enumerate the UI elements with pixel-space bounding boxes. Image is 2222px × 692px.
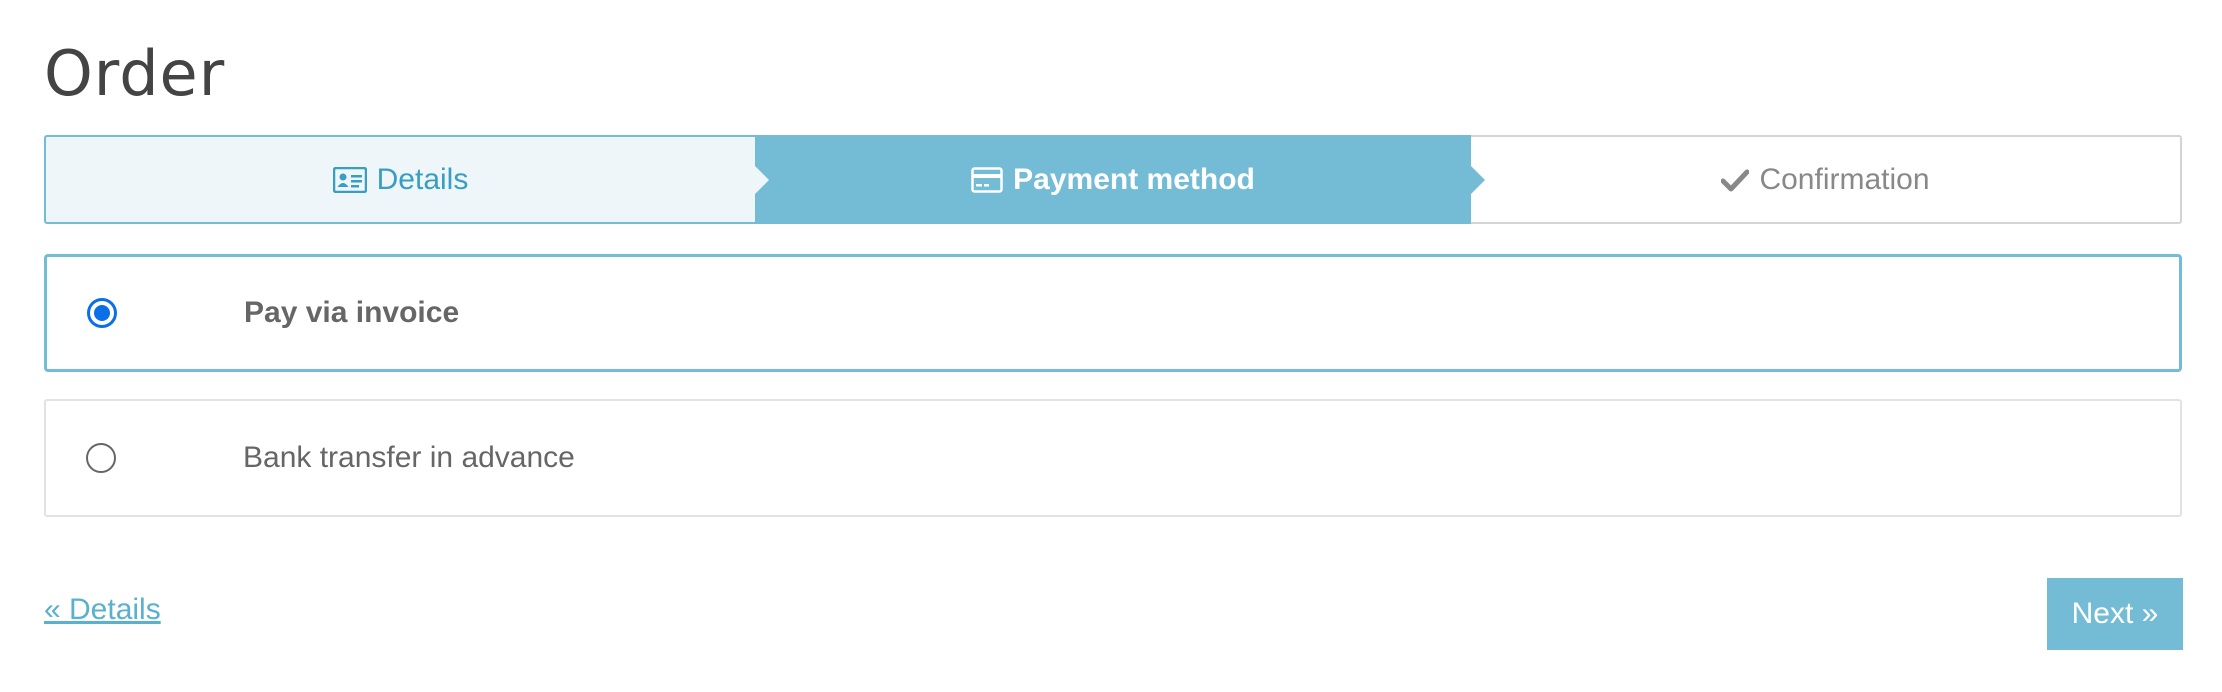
- order-page: Order Details Payment method Confirmatio…: [0, 0, 2222, 692]
- step-confirmation: Confirmation: [1471, 135, 2182, 224]
- invoice-radio[interactable]: [87, 298, 117, 328]
- next-button[interactable]: Next »: [2047, 578, 2183, 650]
- order-stepper: Details Payment method Confirmation: [44, 135, 2182, 224]
- page-title: Order: [44, 37, 226, 110]
- back-link[interactable]: « Details: [44, 593, 161, 627]
- option-label: Bank transfer in advance: [243, 441, 575, 474]
- step-payment-method[interactable]: Payment method: [755, 135, 1485, 224]
- step-label: Payment method: [1013, 162, 1255, 196]
- id-card-icon: [332, 166, 367, 193]
- step-details[interactable]: Details: [44, 135, 755, 224]
- step-label: Details: [376, 162, 469, 196]
- check-icon: [1721, 168, 1750, 192]
- step-label: Confirmation: [1759, 162, 1930, 196]
- payment-option-bank-transfer[interactable]: Bank transfer in advance: [44, 399, 2182, 517]
- bank-transfer-radio[interactable]: [86, 443, 116, 473]
- payment-option-invoice[interactable]: Pay via invoice: [44, 254, 2182, 372]
- credit-card-icon: [971, 166, 1003, 193]
- option-label: Pay via invoice: [244, 296, 460, 329]
